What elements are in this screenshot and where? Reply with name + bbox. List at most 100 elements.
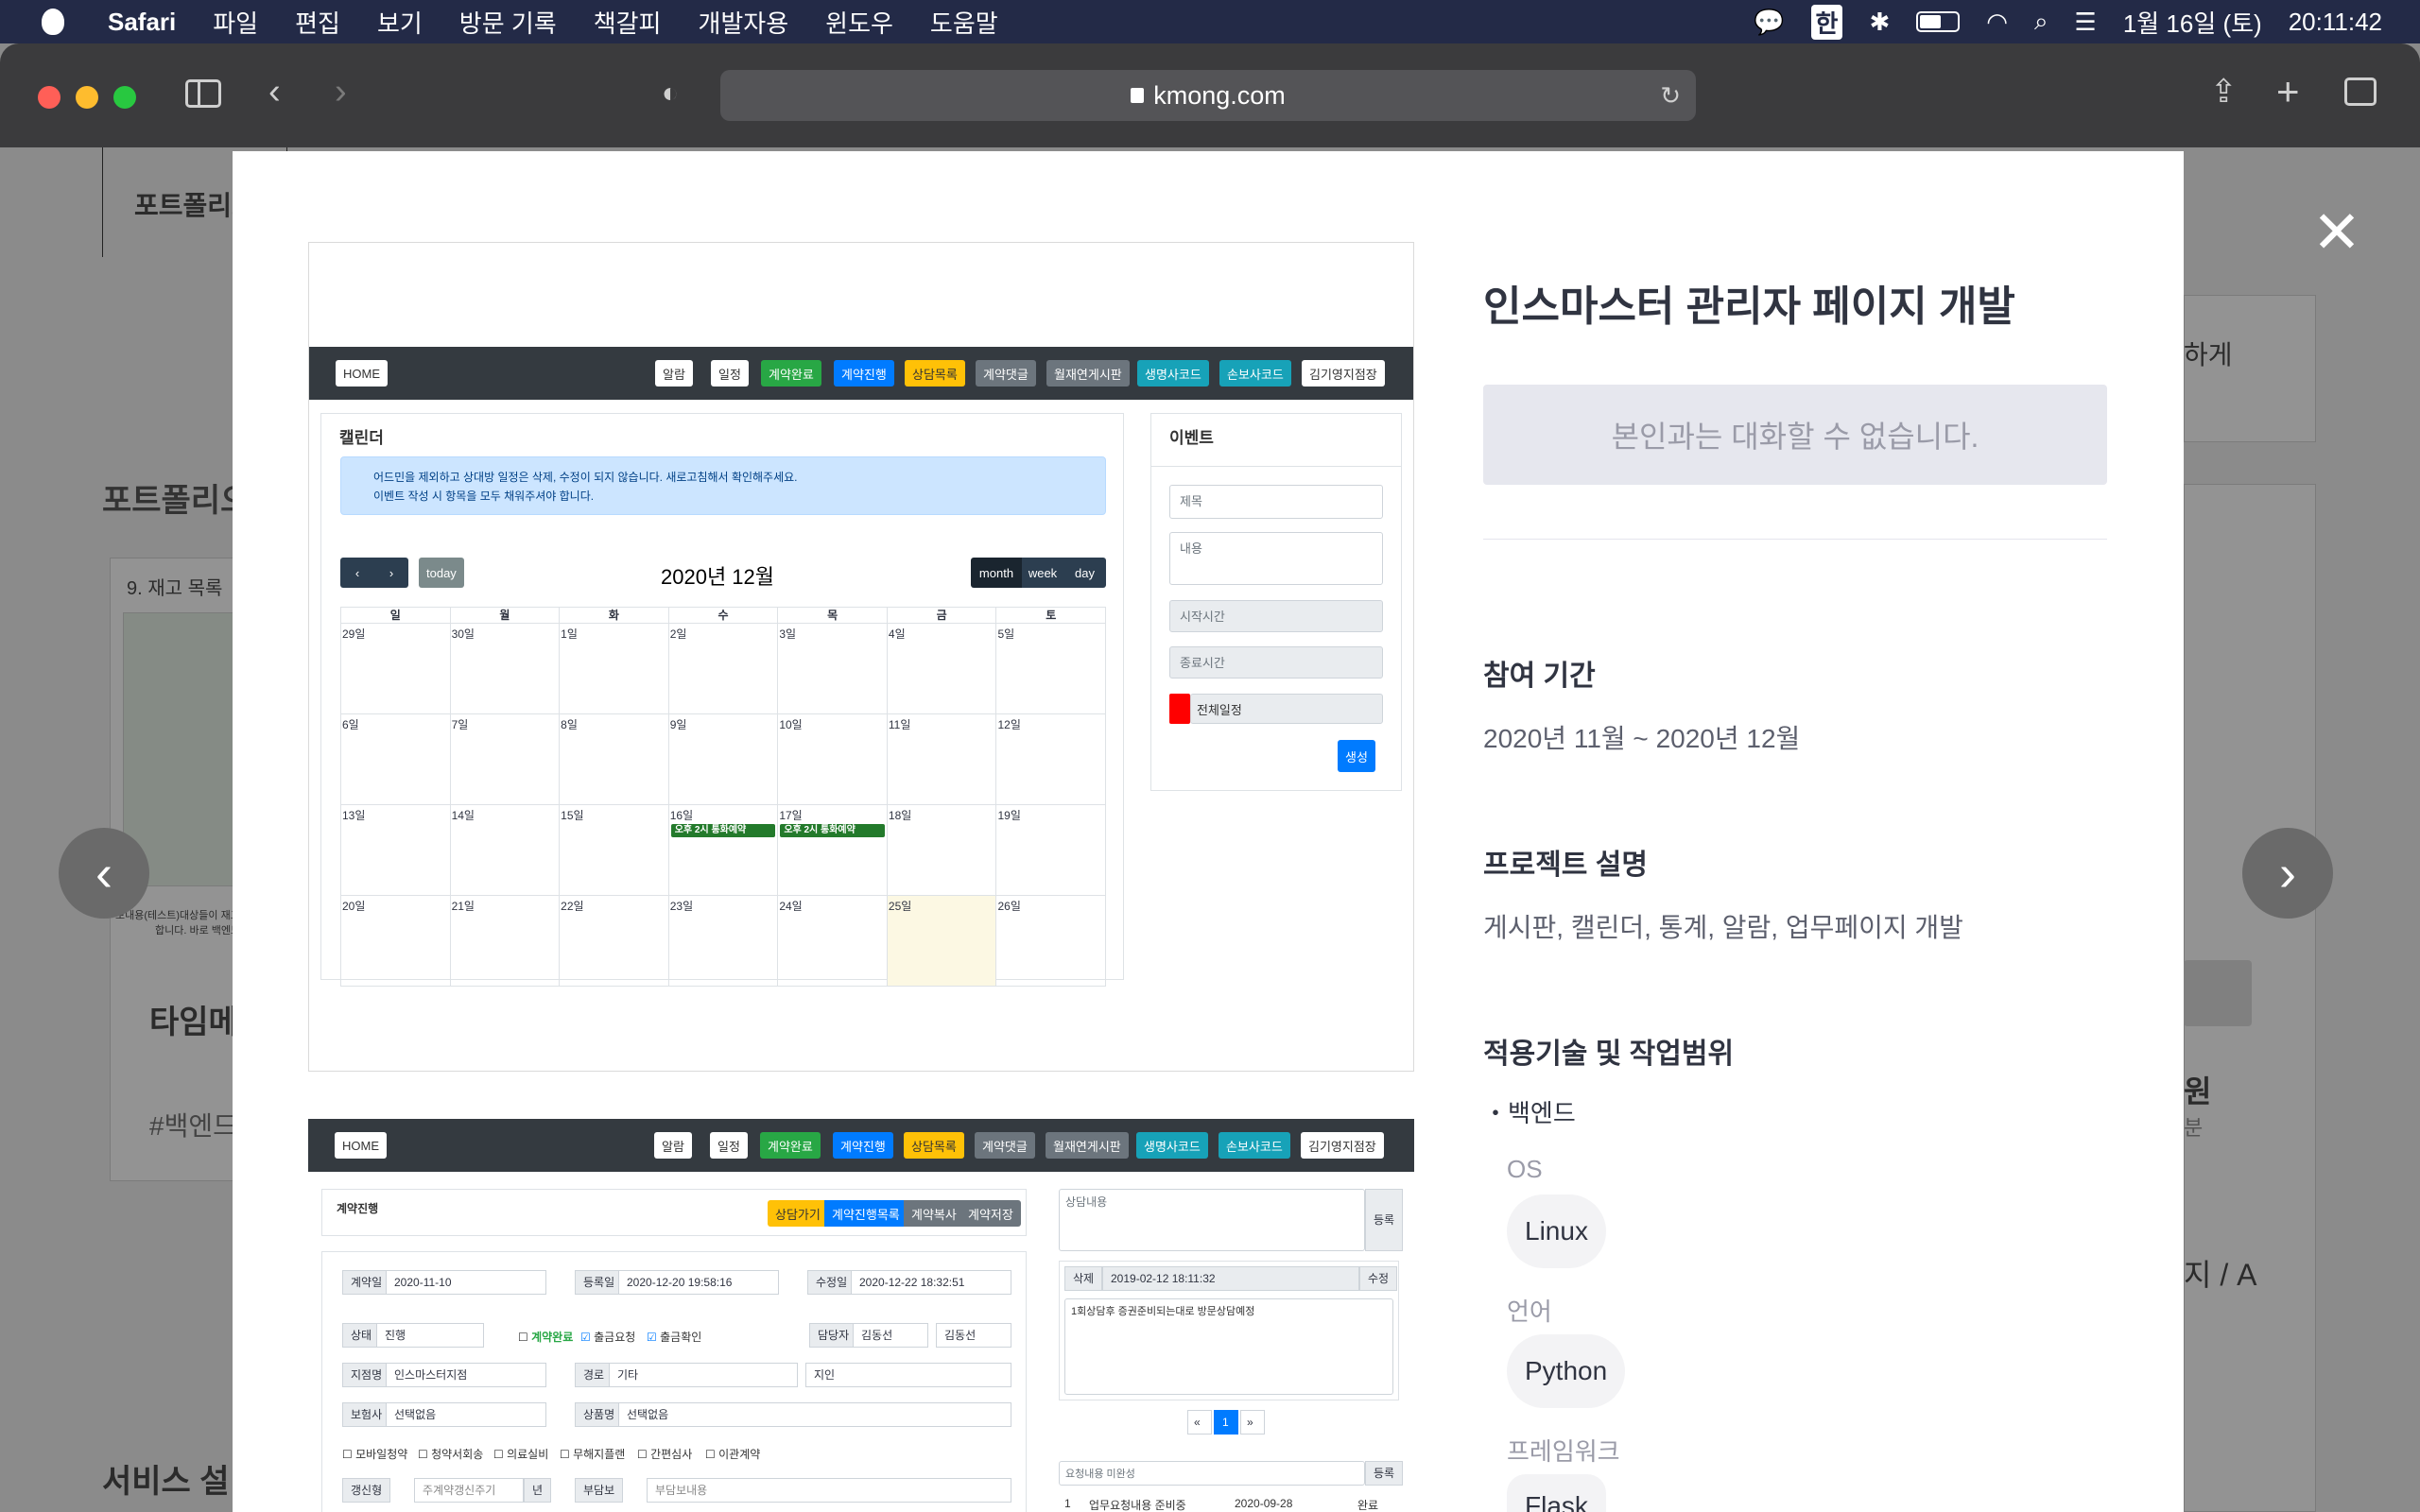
manager-select-2[interactable]: 김동선 — [936, 1323, 1011, 1348]
tab-contract-save[interactable]: 계약저장 — [960, 1200, 1021, 1227]
calendar-day-today[interactable]: 25일 — [886, 896, 996, 986]
nav-damage-code-button[interactable]: 손보사코드 — [1219, 1132, 1290, 1159]
tab-contract-copy[interactable]: 계약복사 — [904, 1200, 964, 1227]
zoom-window-button[interactable] — [113, 86, 136, 109]
reload-icon[interactable]: ↻ — [1660, 81, 1681, 111]
calendar-day[interactable]: 10일 — [777, 714, 887, 804]
check-no-surrender[interactable]: ☐ 무해지플랜 — [560, 1446, 625, 1462]
calendar-day[interactable]: 17일 오후 2시 통화예약 — [777, 805, 887, 895]
calendar-day[interactable]: 13일 — [341, 805, 450, 895]
calendar-view-day[interactable]: day — [1063, 558, 1106, 588]
menu-window[interactable]: 윈도우 — [825, 5, 893, 40]
calendar-view-month[interactable]: month — [971, 558, 1022, 588]
check-simple-review[interactable]: ☐ 간편심사 — [637, 1446, 692, 1462]
bluetooth-icon[interactable]: ✱ — [1869, 8, 1890, 37]
check-mobile-apply[interactable]: ☐ 모바일청약 — [342, 1446, 407, 1462]
calendar-prev-button[interactable]: ‹ — [340, 558, 374, 588]
nav-user-menu[interactable]: 김기영지점장 — [1302, 360, 1385, 387]
menu-edit[interactable]: 편집 — [295, 5, 340, 40]
nav-consult-list-button[interactable]: 상담목록 — [904, 1132, 964, 1159]
nav-consult-list-button[interactable]: 상담목록 — [905, 360, 965, 387]
calendar-day[interactable]: 18일 — [886, 805, 996, 895]
calendar-day[interactable]: 29일 — [341, 624, 450, 713]
check-transfer[interactable]: ☐ 이관계약 — [705, 1446, 760, 1462]
modal-close-icon[interactable]: ✕ — [2312, 204, 2361, 263]
portfolio-image-calendar[interactable]: HOME 알람 일정 계약완료 계약진행 상담목록 계약댓글 월재연게시판 생명… — [308, 242, 1414, 1072]
nav-schedule-button[interactable]: 일정 — [710, 1132, 748, 1159]
nav-life-code-button[interactable]: 생명사코드 — [1136, 1132, 1208, 1159]
check-medical[interactable]: ☐ 의료실비 — [493, 1446, 548, 1462]
nav-contract-comment-button[interactable]: 계약댓글 — [976, 360, 1036, 387]
nav-home-button[interactable]: HOME — [336, 360, 388, 387]
event-category-select[interactable]: 전체일정 — [1190, 694, 1383, 724]
nav-contract-progress-button[interactable]: 계약진행 — [834, 360, 894, 387]
calendar-next-button[interactable]: › — [374, 558, 408, 588]
nav-board-button[interactable]: 월재연게시판 — [1046, 360, 1130, 387]
menu-file[interactable]: 파일 — [213, 5, 258, 40]
back-icon[interactable]: ‹ — [268, 74, 281, 110]
calendar-day[interactable]: 11일 — [886, 714, 996, 804]
calendar-day[interactable]: 22일 — [559, 896, 668, 986]
nav-alarm-button[interactable]: 알람 — [655, 360, 693, 387]
calendar-event[interactable]: 오후 2시 통화예약 — [670, 824, 776, 837]
event-color-swatch[interactable] — [1169, 694, 1190, 724]
mod-date-input[interactable]: 2020-12-22 18:32:51 — [851, 1270, 1011, 1295]
log-textarea[interactable]: 1회상담후 증권준비되는대로 방문상담예정 — [1064, 1298, 1393, 1395]
menu-app-name[interactable]: Safari — [108, 8, 176, 37]
nav-contract-done-button[interactable]: 계약완료 — [760, 1132, 821, 1159]
event-create-button[interactable]: 생성 — [1338, 740, 1375, 772]
insurer-select[interactable]: 선택없음 — [386, 1402, 546, 1427]
share-icon[interactable]: ⇪ — [2210, 76, 2238, 108]
menu-help[interactable]: 도움말 — [930, 5, 998, 40]
nav-contract-done-button[interactable]: 계약완료 — [761, 360, 821, 387]
route-detail-select[interactable]: 지인 — [805, 1363, 1011, 1387]
calendar-day[interactable]: 15일 — [559, 805, 668, 895]
calendar-day[interactable]: 24일 — [777, 896, 887, 986]
sidebar-toggle-icon[interactable] — [185, 79, 221, 108]
menubar-time[interactable]: 20:11:42 — [2289, 8, 2382, 37]
calendar-day[interactable]: 2일 — [667, 624, 778, 713]
contract-date-input[interactable]: 2020-11-10 — [386, 1270, 546, 1295]
event-end-time-input[interactable]: 종료시간 — [1169, 646, 1383, 679]
menu-view[interactable]: 보기 — [377, 5, 423, 40]
pagination-page-1[interactable]: 1 — [1214, 1410, 1238, 1435]
calendar-day[interactable]: 23일 — [667, 896, 778, 986]
menu-bookmarks[interactable]: 책갈피 — [594, 5, 662, 40]
calendar-day[interactable]: 4일 — [886, 624, 996, 713]
pagination-prev[interactable]: « — [1187, 1410, 1212, 1435]
calendar-day[interactable]: 26일 — [995, 896, 1105, 986]
rider-input[interactable]: 부담보내용 — [647, 1478, 1011, 1503]
nav-contract-comment-button[interactable]: 계약댓글 — [975, 1132, 1035, 1159]
nav-contract-progress-button[interactable]: 계약진행 — [833, 1132, 893, 1159]
calendar-view-week[interactable]: week — [1022, 558, 1063, 588]
event-content-textarea[interactable]: 내용 — [1169, 532, 1383, 585]
manager-select-1[interactable]: 김동선 — [853, 1323, 928, 1348]
request-register-button[interactable]: 등록 — [1365, 1461, 1404, 1486]
privacy-shield-icon[interactable]: ◐ — [662, 79, 679, 108]
input-method-indicator[interactable]: 한 — [1810, 4, 1843, 40]
prev-portfolio-button[interactable]: ‹ — [59, 828, 149, 919]
portfolio-image-contract[interactable]: HOME 알람 일정 계약완료 계약진행 상담목록 계약댓글 월재연게시판 생명… — [308, 1119, 1414, 1512]
wifi-icon[interactable]: ◠ — [1986, 8, 2008, 37]
apple-icon[interactable] — [42, 9, 64, 35]
event-start-time-input[interactable]: 시작시간 — [1169, 600, 1383, 632]
new-tab-icon[interactable]: + — [2276, 72, 2300, 112]
log-delete-button[interactable]: 삭제 — [1064, 1266, 1103, 1291]
tab-contract-list[interactable]: 계약진행목록 — [824, 1200, 908, 1227]
calendar-day[interactable]: 3일 — [777, 624, 887, 713]
nav-board-button[interactable]: 월재연게시판 — [1046, 1132, 1129, 1159]
branch-select[interactable]: 인스마스터지점 — [386, 1363, 546, 1387]
calendar-today-button[interactable]: today — [419, 558, 464, 588]
calendar-day[interactable]: 12일 — [995, 714, 1105, 804]
consult-textarea[interactable]: 상담내용 — [1059, 1189, 1365, 1251]
nav-life-code-button[interactable]: 생명사코드 — [1137, 360, 1209, 387]
reg-date-input[interactable]: 2020-12-20 19:58:16 — [618, 1270, 779, 1295]
calendar-day[interactable]: 19일 — [995, 805, 1105, 895]
calendar-day[interactable]: 14일 — [449, 805, 560, 895]
next-portfolio-button[interactable]: › — [2242, 828, 2333, 919]
calendar-day[interactable]: 8일 — [559, 714, 668, 804]
nav-damage-code-button[interactable]: 손보사코드 — [1219, 360, 1291, 387]
event-title-input[interactable]: 제목 — [1169, 485, 1383, 519]
nav-home-button[interactable]: HOME — [335, 1132, 387, 1159]
calendar-day[interactable]: 1일 — [559, 624, 668, 713]
